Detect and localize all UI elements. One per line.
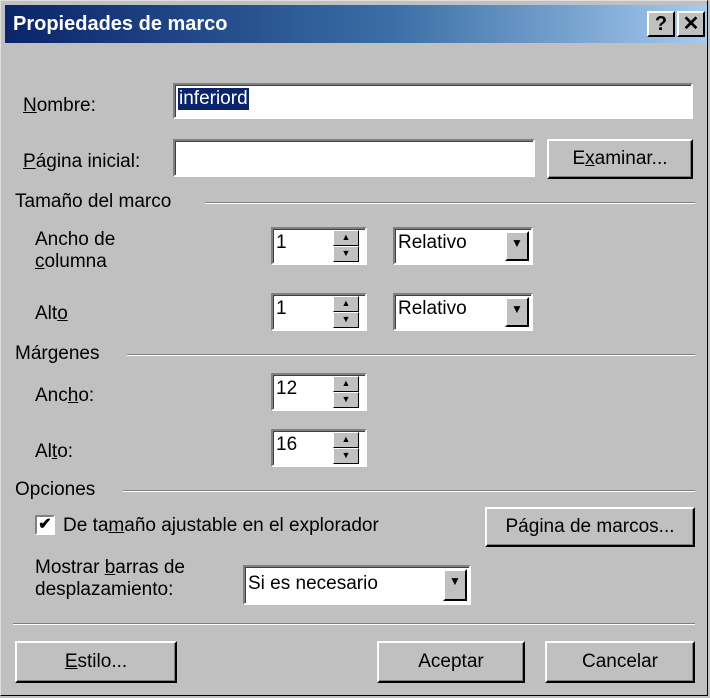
name-input[interactable]: inferiord: [173, 83, 693, 119]
cancel-button[interactable]: Cancelar: [545, 641, 695, 683]
dropdown-arrow-icon[interactable]: ▼: [505, 231, 529, 261]
column-width-unit-select[interactable]: Relativo ▼: [393, 227, 533, 265]
initial-page-label: Página inicial:: [23, 151, 141, 172]
options-divider: [123, 490, 695, 492]
scrollbars-label: Mostrar barras de desplazamiento:: [35, 557, 185, 600]
height-label: Alto: [35, 303, 68, 324]
window-title: Propiedades de marco: [13, 13, 228, 35]
scrollbars-select[interactable]: Si es necesario ▼: [243, 565, 471, 605]
resizable-checkbox[interactable]: ✔: [35, 515, 55, 535]
frames-page-button[interactable]: Página de marcos...: [485, 507, 695, 547]
name-label: Nombre:: [23, 95, 96, 116]
margin-width-input[interactable]: 12 ▲ ▼: [271, 373, 367, 411]
margins-divider: [127, 354, 695, 356]
spin-down-icon[interactable]: ▼: [333, 246, 359, 262]
spin-down-icon[interactable]: ▼: [333, 448, 359, 464]
margin-height-label: Alto:: [35, 441, 74, 462]
browse-button[interactable]: Examinar...: [547, 139, 693, 179]
dropdown-arrow-icon[interactable]: ▼: [443, 569, 467, 601]
close-icon: ✕: [682, 13, 700, 35]
spin-up-icon[interactable]: ▲: [333, 296, 359, 312]
close-button[interactable]: ✕: [677, 11, 705, 37]
height-spinner[interactable]: ▲ ▼: [333, 296, 359, 328]
margin-height-input[interactable]: 16 ▲ ▼: [271, 429, 367, 467]
help-button[interactable]: ?: [647, 11, 675, 37]
spin-down-icon[interactable]: ▼: [333, 312, 359, 328]
margin-width-label: Ancho:: [35, 385, 95, 406]
spin-up-icon[interactable]: ▲: [333, 432, 359, 448]
name-input-value: inferiord: [178, 88, 249, 110]
margin-width-spinner[interactable]: ▲ ▼: [333, 376, 359, 408]
margins-group-label: Márgenes: [15, 343, 100, 364]
ok-button[interactable]: Aceptar: [377, 641, 525, 683]
column-width-input[interactable]: 1 ▲ ▼: [271, 227, 367, 265]
dialog-window: Propiedades de marco ? ✕ Nombre: inferio…: [0, 0, 708, 696]
title-bar[interactable]: Propiedades de marco ? ✕: [5, 5, 707, 43]
resizable-label[interactable]: De tamaño ajustable en el explorador: [63, 515, 379, 537]
spin-up-icon[interactable]: ▲: [333, 376, 359, 392]
style-button[interactable]: Estilo...: [15, 641, 177, 683]
initial-page-input[interactable]: [173, 139, 535, 177]
margin-height-spinner[interactable]: ▲ ▼: [333, 432, 359, 464]
height-input[interactable]: 1 ▲ ▼: [271, 293, 367, 331]
column-width-spinner[interactable]: ▲ ▼: [333, 230, 359, 262]
spin-up-icon[interactable]: ▲: [333, 230, 359, 246]
frame-size-group-label: Tamaño del marco: [15, 191, 172, 212]
column-width-label: Ancho de columna: [35, 229, 116, 272]
footer-divider: [13, 623, 695, 625]
frame-size-divider: [205, 202, 695, 204]
spin-down-icon[interactable]: ▼: [333, 392, 359, 408]
options-group-label: Opciones: [15, 479, 96, 500]
height-unit-select[interactable]: Relativo ▼: [393, 293, 533, 331]
dropdown-arrow-icon[interactable]: ▼: [505, 297, 529, 327]
